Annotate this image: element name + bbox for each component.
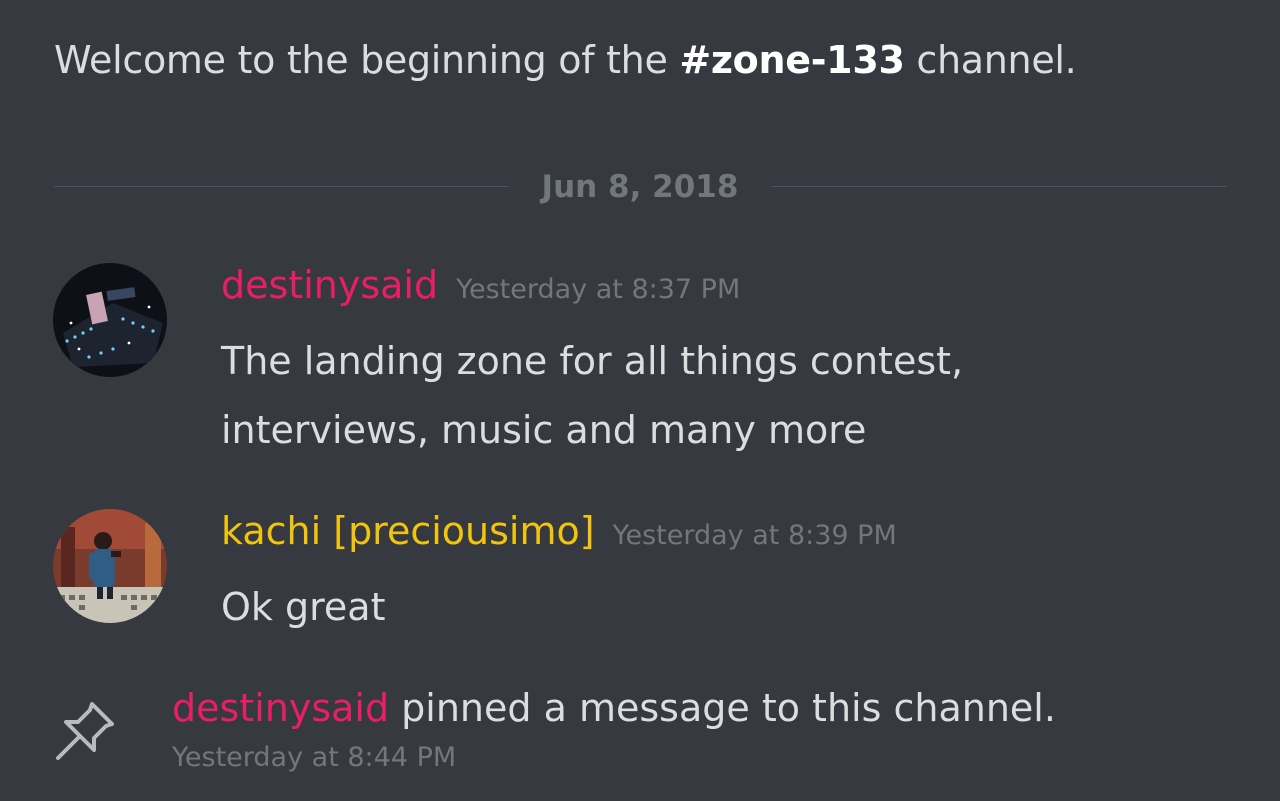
welcome-prefix: Welcome to the beginning of the — [54, 38, 680, 82]
avatar[interactable] — [53, 509, 167, 623]
system-actor[interactable]: destinysaid — [172, 686, 389, 730]
channel-welcome-text: Welcome to the beginning of the #zone-13… — [54, 34, 1077, 86]
system-text[interactable]: pinned a message to this channel. — [389, 686, 1056, 730]
username[interactable]: kachi [preciousimo] — [221, 509, 595, 553]
timestamp[interactable]: Yesterday at 8:37 PM — [456, 274, 740, 305]
message-header: destinysaid Yesterday at 8:37 PM — [221, 263, 740, 307]
timestamp[interactable]: Yesterday at 8:39 PM — [613, 520, 897, 551]
pin-icon — [56, 702, 114, 760]
date-divider: Jun 8, 2018 — [54, 168, 1227, 206]
message-line: interviews, music and many more — [221, 408, 867, 452]
channel-name[interactable]: #zone-133 — [679, 38, 905, 82]
message-content: Ok great — [221, 573, 385, 642]
divider-line-left — [54, 186, 509, 187]
message-content: The landing zone for all things contest,… — [221, 327, 963, 465]
system-timestamp[interactable]: Yesterday at 8:44 PM — [172, 742, 456, 773]
message-header: kachi [preciousimo] Yesterday at 8:39 PM — [221, 509, 897, 553]
message-line: The landing zone for all things contest, — [221, 339, 964, 383]
username[interactable]: destinysaid — [221, 263, 438, 307]
system-message: destinysaid pinned a message to this cha… — [172, 684, 1056, 732]
divider-date: Jun 8, 2018 — [541, 169, 739, 205]
welcome-suffix: channel. — [904, 38, 1077, 82]
neon-lights-avatar-icon — [53, 263, 167, 377]
chat-messages-area[interactable]: Welcome to the beginning of the #zone-13… — [0, 0, 1280, 801]
message-line: Ok great — [221, 585, 386, 629]
person-selfie-avatar-icon — [53, 509, 167, 623]
divider-line-right — [771, 186, 1227, 187]
avatar[interactable] — [53, 263, 167, 377]
